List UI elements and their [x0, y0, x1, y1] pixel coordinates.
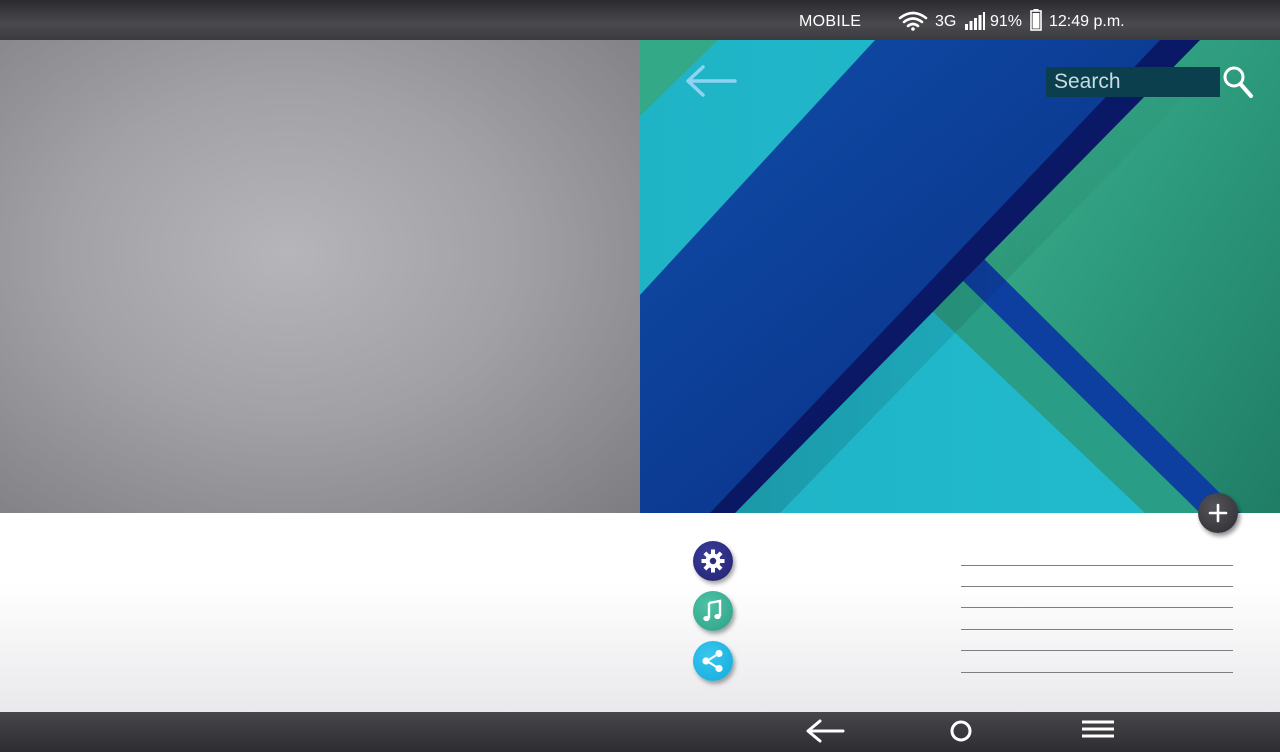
battery-icon [1030, 9, 1042, 31]
network-type: 3G [935, 13, 957, 30]
content-area [0, 513, 1280, 712]
image-placeholder-panel [0, 40, 640, 513]
clock: 12:49 p.m. [1049, 13, 1125, 30]
placeholder-line [961, 629, 1233, 630]
add-button[interactable] [1198, 493, 1238, 533]
wifi-icon [898, 11, 928, 31]
placeholder-line [961, 672, 1233, 673]
gear-icon [701, 549, 725, 573]
plus-icon [1208, 503, 1228, 523]
music-note-icon [703, 599, 722, 622]
share-icon [702, 649, 723, 673]
status-bar: MOBILE 3G 91% 12:49 p.m. [0, 0, 1280, 40]
hero-background-art [640, 40, 1280, 513]
settings-button[interactable] [693, 541, 733, 581]
hamburger-menu-icon[interactable] [1080, 712, 1116, 752]
signal-strength-icon [965, 12, 985, 30]
placeholder-line [961, 650, 1233, 651]
nav-back-icon[interactable] [804, 712, 846, 752]
share-button[interactable] [693, 641, 733, 681]
hero-banner [640, 40, 1280, 513]
battery-percentage: 91% [990, 13, 1023, 30]
search-icon[interactable] [1222, 64, 1254, 100]
search-input[interactable] [1046, 67, 1220, 97]
back-arrow-icon[interactable] [683, 64, 739, 98]
placeholder-line [961, 607, 1233, 608]
nav-home-icon[interactable] [946, 712, 976, 752]
music-button[interactable] [693, 591, 733, 631]
placeholder-line [961, 586, 1233, 587]
carrier-label: MOBILE [799, 13, 862, 30]
placeholder-line [961, 565, 1233, 566]
